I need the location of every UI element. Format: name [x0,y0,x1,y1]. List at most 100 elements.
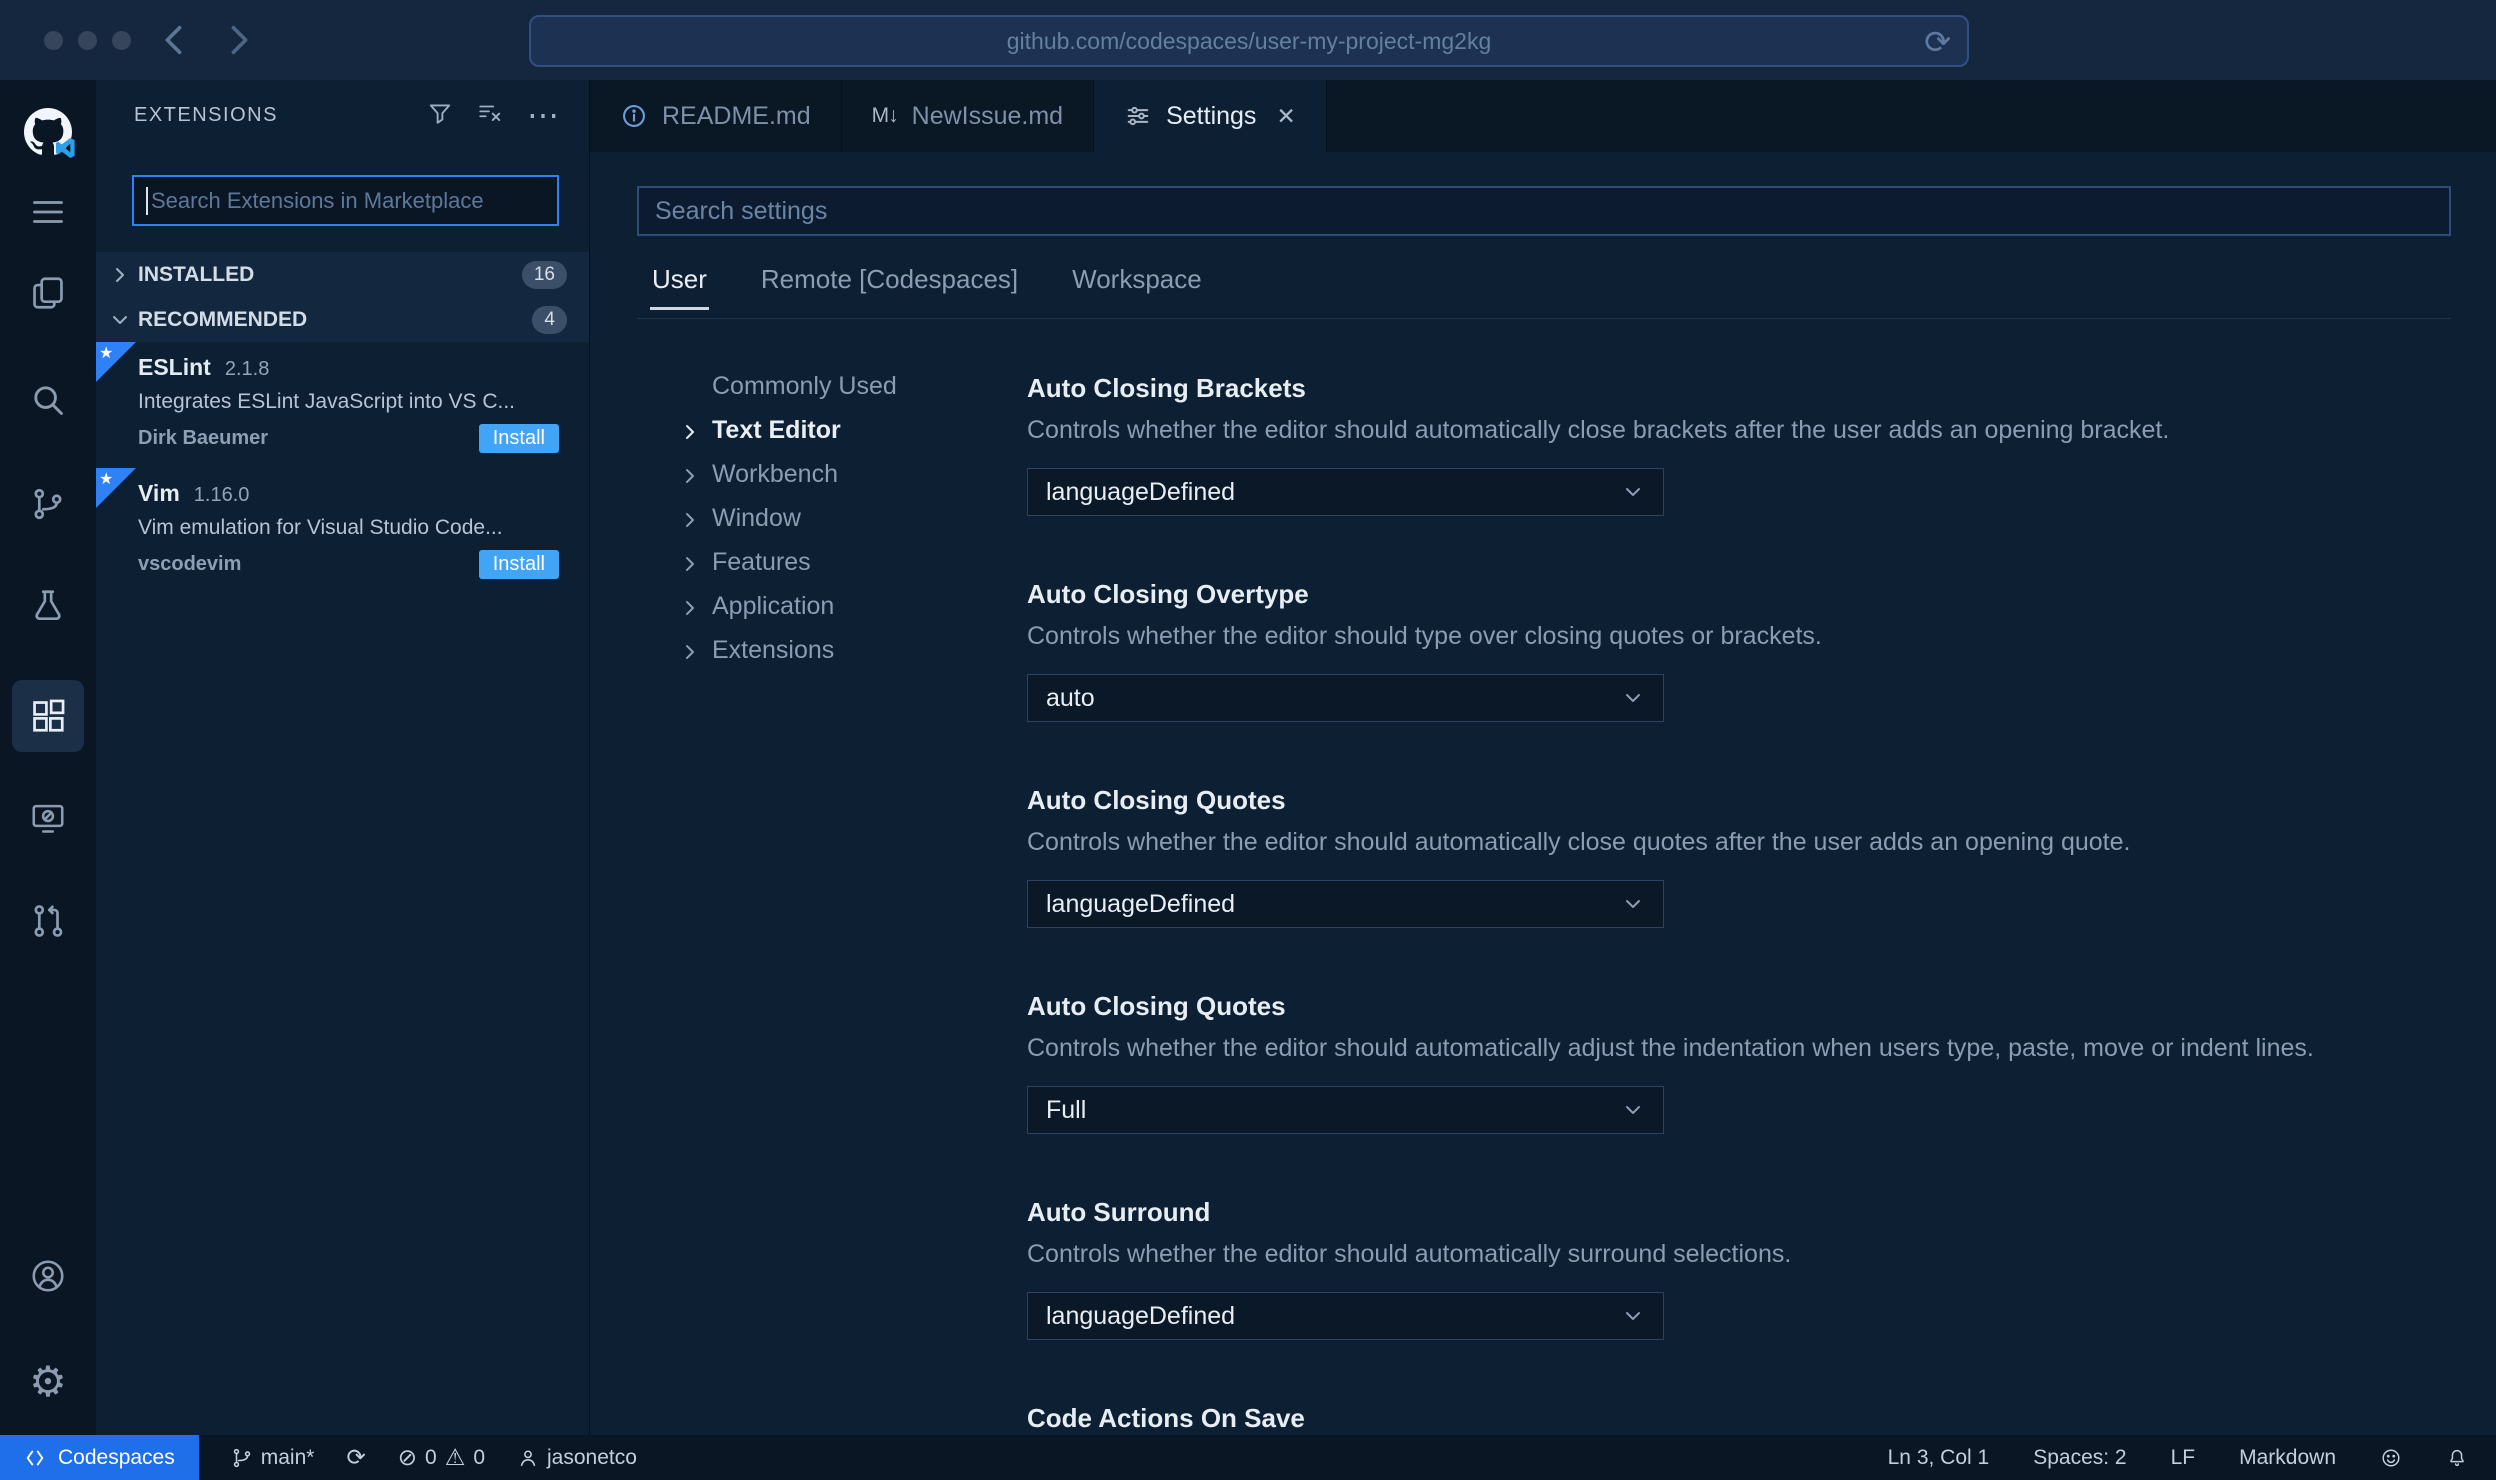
extensions-search-box[interactable] [132,175,559,226]
browser-back-button[interactable] [155,20,195,60]
sidebar-section-recommended[interactable]: RECOMMENDED 4 [96,297,589,342]
chevron-right-icon [680,596,700,616]
clear-search-icon[interactable] [477,100,503,131]
cursor-position-label: Ln 3, Col 1 [1887,1445,1990,1469]
browser-forward-button[interactable] [218,20,258,60]
person-icon [520,1449,536,1466]
language-label: Markdown [2239,1445,2336,1469]
source-control-icon[interactable] [12,468,84,540]
setting-auto-closing-quotes: Auto Closing Quotes Controls whether the… [1027,784,2451,928]
text-cursor [146,186,148,215]
branch-indicator[interactable]: main* [231,1446,314,1470]
notifications-indicator[interactable] [2446,1447,2468,1469]
address-bar[interactable]: github.com/codespaces/user-my-project-mg… [529,15,1969,67]
toc-item-features[interactable]: Features [680,540,1020,584]
setting-title: Auto Surround [1027,1197,1211,1227]
window-close-button[interactable] [44,31,63,50]
window-maximize-button[interactable] [112,31,131,50]
dropdown-value: languageDefined [1046,1301,1236,1330]
toc-item-workbench[interactable]: Workbench [680,452,1020,496]
address-bar-url: github.com/codespaces/user-my-project-mg… [1006,27,1492,54]
setting-value-dropdown[interactable]: languageDefined [1027,880,1664,928]
test-beaker-icon[interactable] [12,570,84,642]
language-mode-indicator[interactable]: Markdown [2239,1446,2336,1470]
eol-label: LF [2170,1445,2196,1469]
scope-tabs-divider [637,318,2451,319]
setting-title: Auto Closing Quotes [1027,991,1286,1021]
sync-indicator[interactable]: ⟳ [346,1446,365,1469]
chevron-right-icon [680,508,700,528]
user-indicator[interactable]: jasonetco [517,1446,637,1470]
tab-newissue[interactable]: M↓ NewIssue.md [842,80,1095,152]
settings-list: Auto Closing Brackets Controls whether t… [1027,372,2451,1435]
toc-label: Text Editor [712,415,841,444]
settings-search-input[interactable] [655,196,2433,226]
window-controls[interactable] [44,31,131,50]
tab-label: NewIssue.md [911,101,1064,130]
error-icon: ⊘ [397,1444,418,1470]
pull-requests-icon[interactable] [12,885,84,957]
recommended-count-badge: 4 [532,305,567,334]
install-button[interactable]: Install [478,550,559,579]
setting-value-dropdown[interactable]: languageDefined [1027,468,1664,516]
toc-label: Features [712,547,811,576]
filter-icon[interactable] [427,100,453,131]
installed-count-badge: 16 [521,260,567,289]
setting-value-dropdown[interactable]: Full [1027,1086,1664,1134]
toc-label: Application [712,591,835,620]
problems-indicator[interactable]: ⊘ 0 ⚠ 0 [398,1446,485,1470]
toc-item-commonly-used[interactable]: Commonly Used [680,364,1020,408]
setting-description: Controls whether the editor should autom… [1027,1240,1792,1268]
remote-explorer-icon[interactable] [12,782,84,854]
account-icon[interactable] [12,1240,84,1312]
toc-item-application[interactable]: Application [680,584,1020,628]
reload-icon[interactable]: ⟳ [1924,21,1951,63]
scope-tab-user[interactable]: User [650,256,709,310]
close-icon[interactable]: ✕ [1276,103,1295,130]
codespaces-label: Codespaces [58,1445,175,1469]
settings-search-box[interactable] [637,186,2451,236]
setting-description: Controls whether the editor should type … [1027,622,1822,650]
activity-bar: ⚙ [0,80,96,1435]
setting-description: Controls whether the editor should autom… [1027,828,2131,856]
chevron-down-icon [1621,686,1645,710]
chevron-right-icon [110,265,130,285]
tab-settings[interactable]: Settings ✕ [1094,80,1327,152]
search-icon[interactable] [12,364,84,436]
scope-tab-remote[interactable]: Remote [Codespaces] [759,256,1020,310]
explorer-icon[interactable] [12,257,84,329]
setting-value-dropdown[interactable]: languageDefined [1027,1292,1664,1340]
setting-description: Controls whether the editor should autom… [1027,1034,2314,1062]
codespaces-icon [26,1450,44,1465]
toc-item-window[interactable]: Window [680,496,1020,540]
status-bar: Codespaces main* ⟳ ⊘ 0 ⚠ 0 jasonetco Ln … [0,1435,2496,1480]
warning-icon: ⚠ [444,1444,466,1470]
window-minimize-button[interactable] [78,31,97,50]
toc-item-text-editor[interactable]: Text Editor [680,408,1020,452]
extension-item-vim[interactable]: ★ Vim 1.16.0 Vim emulation for Visual St… [96,468,589,588]
cursor-position[interactable]: Ln 3, Col 1 [1888,1446,1990,1470]
chevron-right-icon [680,420,700,440]
more-actions-icon[interactable]: ⋯ [527,99,559,131]
extensions-sidebar: EXTENSIONS ⋯ INSTALLED 16 [96,80,590,1435]
scope-tab-workspace[interactable]: Workspace [1070,256,1204,310]
toc-item-extensions[interactable]: Extensions [680,628,1020,672]
extensions-icon[interactable] [12,680,84,752]
feedback-indicator[interactable] [2380,1447,2402,1469]
setting-value-dropdown[interactable]: auto [1027,674,1664,722]
eol-indicator[interactable]: LF [2171,1446,2196,1470]
tab-readme[interactable]: README.md [590,80,842,152]
install-button[interactable]: Install [478,424,559,453]
settings-gear-icon[interactable]: ⚙ [12,1345,84,1417]
extension-item-eslint[interactable]: ★ ESLint 2.1.8 Integrates ESLint JavaScr… [96,342,589,462]
chevron-right-icon [680,464,700,484]
sidebar-header: EXTENSIONS ⋯ [96,80,589,150]
extensions-search-input[interactable] [151,187,545,214]
codespaces-window: github.com/codespaces/user-my-project-mg… [0,0,2496,1480]
indentation-indicator[interactable]: Spaces: 2 [2033,1446,2126,1470]
menu-hamburger-icon[interactable] [12,176,84,248]
sidebar-section-installed[interactable]: INSTALLED 16 [96,252,589,297]
browser-topbar: github.com/codespaces/user-my-project-mg… [0,0,2496,80]
codespaces-status-button[interactable]: Codespaces [0,1435,199,1480]
setting-code-actions-on-save: Code Actions On Save [1027,1402,2451,1434]
